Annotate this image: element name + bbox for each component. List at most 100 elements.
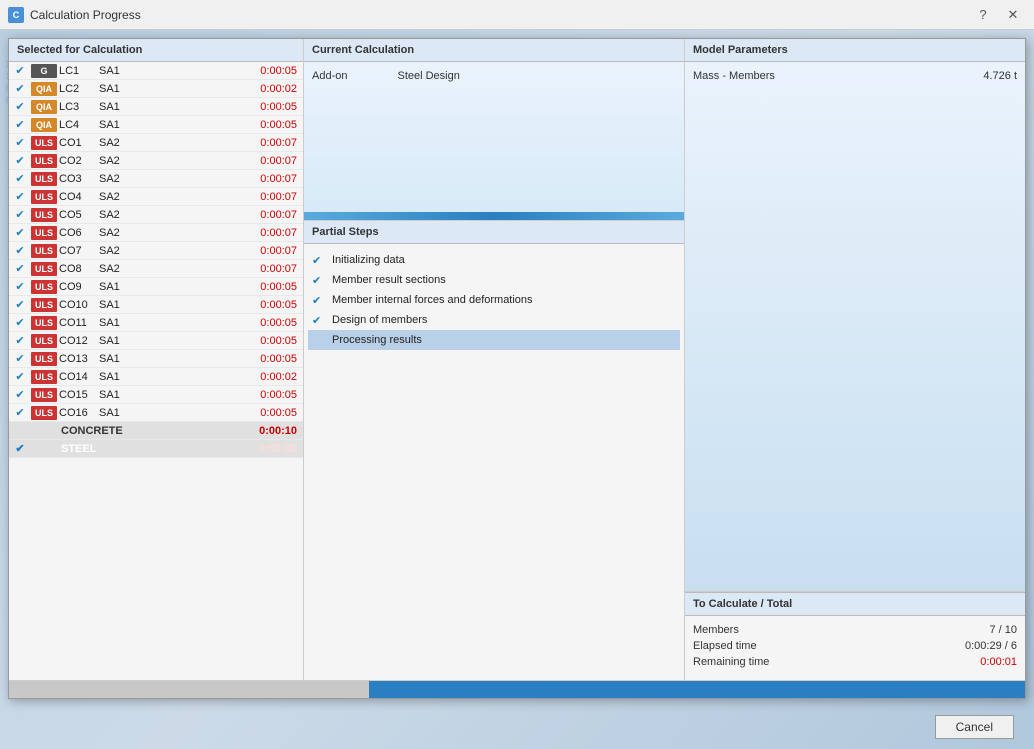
time-value: 0:00:02: [131, 83, 301, 95]
type-badge: QIA: [31, 82, 57, 96]
list-row[interactable]: ✔ ULS CO4 SA2 0:00:07: [9, 188, 303, 206]
type-badge: ULS: [31, 226, 57, 240]
list-row[interactable]: ✔ ULS CO1 SA2 0:00:07: [9, 134, 303, 152]
type-badge: ULS: [31, 352, 57, 366]
sa-name: SA2: [99, 137, 131, 149]
sa-name: SA1: [99, 119, 131, 131]
type-badge: ULS: [31, 370, 57, 384]
lc-name: CO5: [59, 209, 99, 221]
list-row[interactable]: ✔ ULS CO16 SA1 0:00:05: [9, 404, 303, 422]
group-time: 0:00:10: [179, 425, 301, 437]
cancel-button[interactable]: Cancel: [935, 715, 1014, 739]
close-button[interactable]: ✕: [1000, 5, 1026, 25]
lc-name: CO8: [59, 263, 99, 275]
time-value: 0:00:07: [131, 263, 301, 275]
time-value: 0:00:07: [131, 245, 301, 257]
lc-name: CO16: [59, 407, 99, 419]
time-value: 0:00:05: [131, 65, 301, 77]
time-value: 0:00:07: [131, 173, 301, 185]
list-row[interactable]: ✔ ULS CO8 SA2 0:00:07: [9, 260, 303, 278]
list-row[interactable]: ✔ QIA LC3 SA1 0:00:05: [9, 98, 303, 116]
sa-name: SA1: [99, 317, 131, 329]
step-label: Initializing data: [332, 254, 405, 266]
sa-name: SA2: [99, 209, 131, 221]
calc-content: Add-on Steel Design: [304, 62, 684, 212]
model-key: Mass - Members: [693, 70, 775, 82]
time-value: 0:00:05: [131, 281, 301, 293]
tc-key: Remaining time: [693, 656, 769, 668]
group-time: 0:00:00: [179, 443, 301, 455]
steel-group-row[interactable]: ✔ STEEL 0:00:00: [9, 440, 303, 458]
time-value: 0:00:05: [131, 119, 301, 131]
list-row[interactable]: ✔ ULS CO13 SA1 0:00:05: [9, 350, 303, 368]
lc-name: CO12: [59, 335, 99, 347]
step-label: Processing results: [332, 334, 422, 346]
step-label: Design of members: [332, 314, 427, 326]
steps-content: ✔ Initializing data ✔ Member result sect…: [304, 244, 684, 680]
tc-key: Members: [693, 624, 739, 636]
left-panel: Selected for Calculation ✔ G LC1 SA1 0:0…: [9, 39, 304, 680]
step-row: ✔ Member internal forces and deformation…: [312, 290, 676, 310]
model-params-header: Model Parameters: [685, 39, 1025, 62]
list-row[interactable]: ✔ ULS CO7 SA2 0:00:07: [9, 242, 303, 260]
progress-bar-right: [369, 681, 1025, 698]
title-bar-title: Calculation Progress: [30, 8, 970, 22]
tc-key: Elapsed time: [693, 640, 757, 652]
list-row[interactable]: ✔ ULS CO10 SA1 0:00:05: [9, 296, 303, 314]
tc-val: 7 / 10: [989, 624, 1017, 636]
concrete-group-row[interactable]: CONCRETE 0:00:10: [9, 422, 303, 440]
addon-label: Add-on: [312, 70, 347, 204]
time-value: 0:00:05: [131, 299, 301, 311]
check-icon: ✔: [11, 244, 29, 257]
step-row: ✔ Initializing data: [312, 250, 676, 270]
type-badge: ULS: [31, 406, 57, 420]
addon-value: Steel Design: [397, 70, 459, 204]
step-row: ✔ Member result sections: [312, 270, 676, 290]
step-row: ✔ Design of members: [312, 310, 676, 330]
list-row[interactable]: ✔ G LC1 SA1 0:00:05: [9, 62, 303, 80]
check-icon: ✔: [11, 352, 29, 365]
check-icon: ✔: [11, 280, 29, 293]
check-icon: ✔: [11, 226, 29, 239]
model-content: Mass - Members 4.726 t: [685, 62, 1025, 591]
list-row[interactable]: ✔ ULS CO12 SA1 0:00:05: [9, 332, 303, 350]
type-badge: ULS: [31, 316, 57, 330]
step-check-icon: ✔: [312, 274, 326, 287]
calc-list[interactable]: ✔ G LC1 SA1 0:00:05 ✔ QIA LC2 SA1 0:00:0…: [9, 62, 303, 680]
sa-name: SA2: [99, 263, 131, 275]
type-badge: QIA: [31, 100, 57, 114]
app-icon: C: [8, 7, 24, 23]
list-row[interactable]: ✔ ULS CO5 SA2 0:00:07: [9, 206, 303, 224]
type-badge: ULS: [31, 262, 57, 276]
left-panel-header: Selected for Calculation: [9, 39, 303, 62]
lc-name: CO11: [59, 317, 99, 329]
lc-name: CO4: [59, 191, 99, 203]
type-badge: ULS: [31, 244, 57, 258]
step-check-icon: ✔: [312, 314, 326, 327]
list-row[interactable]: ✔ ULS CO3 SA2 0:00:07: [9, 170, 303, 188]
list-row[interactable]: ✔ ULS CO15 SA1 0:00:05: [9, 386, 303, 404]
list-row[interactable]: ✔ QIA LC2 SA1 0:00:02: [9, 80, 303, 98]
check-icon: ✔: [11, 316, 29, 329]
sa-name: SA1: [99, 335, 131, 347]
time-value: 0:00:05: [131, 389, 301, 401]
type-badge: ULS: [31, 136, 57, 150]
step-row: Processing results: [308, 330, 680, 350]
check-icon: ✔: [11, 388, 29, 401]
lc-name: CO14: [59, 371, 99, 383]
help-button[interactable]: ?: [970, 5, 996, 25]
sa-name: SA1: [99, 281, 131, 293]
list-row[interactable]: ✔ ULS CO6 SA2 0:00:07: [9, 224, 303, 242]
list-row[interactable]: ✔ ULS CO14 SA1 0:00:02: [9, 368, 303, 386]
sa-name: SA1: [99, 101, 131, 113]
model-row: Mass - Members 4.726 t: [693, 70, 1017, 82]
list-row[interactable]: ✔ ULS CO2 SA2 0:00:07: [9, 152, 303, 170]
time-value: 0:00:05: [131, 407, 301, 419]
calc-row-addon: Add-on Steel Design: [312, 70, 460, 204]
sa-name: SA2: [99, 227, 131, 239]
step-check-icon: ✔: [312, 294, 326, 307]
list-row[interactable]: ✔ ULS CO9 SA1 0:00:05: [9, 278, 303, 296]
list-row[interactable]: ✔ ULS CO11 SA1 0:00:05: [9, 314, 303, 332]
list-row[interactable]: ✔ QIA LC4 SA1 0:00:05: [9, 116, 303, 134]
time-value: 0:00:07: [131, 191, 301, 203]
